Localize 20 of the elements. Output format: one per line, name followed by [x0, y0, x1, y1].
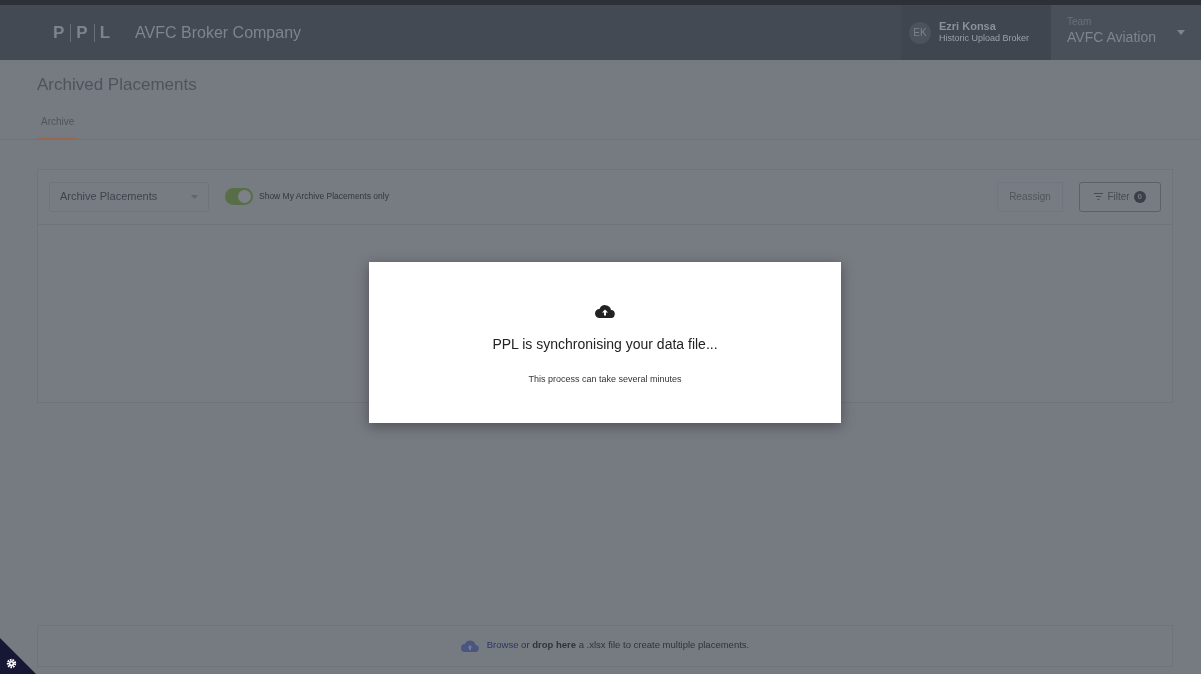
filter-icon [1094, 193, 1104, 200]
company-name: AVFC Broker Company [135, 22, 302, 43]
dialog-message: This process can take several minutes [528, 373, 682, 386]
user-role: Historic Upload Broker [939, 31, 1030, 45]
browse-link[interactable]: Browse [486, 639, 519, 651]
toggle-switch[interactable] [225, 188, 253, 205]
upload-hint: Browse or drop here a .xlsx file to create multiple placements. [486, 638, 750, 653]
toggle-label: Show My Archive Placements only [259, 190, 389, 203]
logo-letter: P [76, 21, 89, 44]
logo-letter: L [99, 21, 112, 44]
dialog-title: PPL is synchronising your data file... [492, 335, 718, 354]
settings-icon[interactable] [6, 658, 17, 669]
logo-letter: P [53, 21, 66, 44]
settings-corner-tab[interactable] [0, 638, 36, 674]
cloud-upload-icon [460, 639, 479, 652]
placement-select[interactable]: Archive Placements [49, 181, 209, 212]
filter-count: 0 [1133, 190, 1146, 203]
caret-icon [1177, 30, 1185, 35]
user-name: Ezri Konsa [939, 19, 997, 32]
cloud-upload-icon [595, 304, 615, 318]
